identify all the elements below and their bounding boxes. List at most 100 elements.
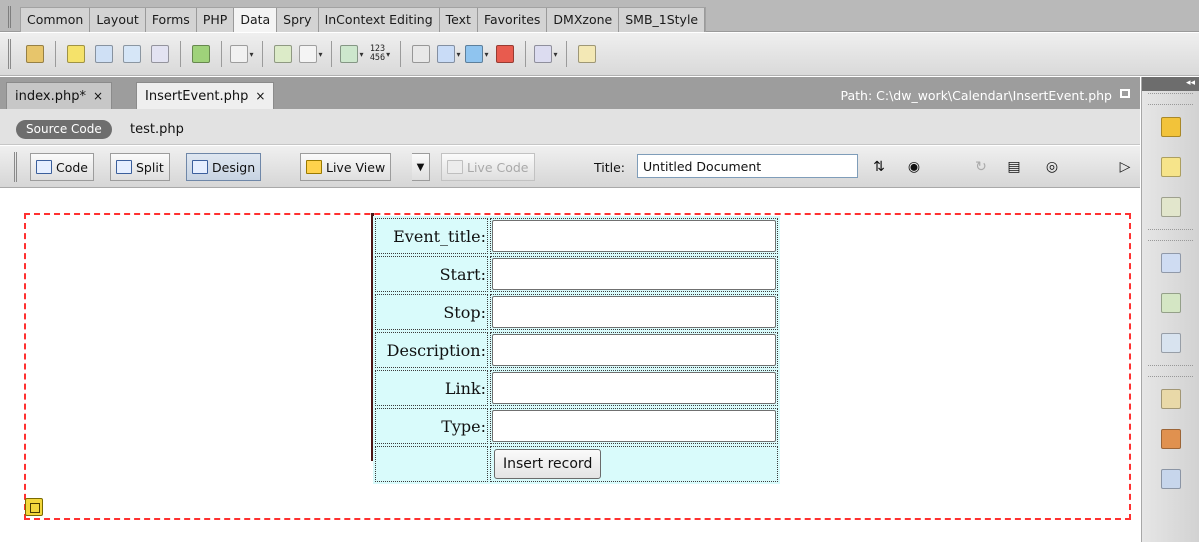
tab-php[interactable]: PHP xyxy=(196,8,235,32)
repeat-region-icon[interactable] xyxy=(147,41,173,67)
toolbar-grip[interactable] xyxy=(14,152,24,182)
form-row: Type: xyxy=(375,408,778,444)
restore-icon[interactable] xyxy=(1120,89,1130,98)
document-toolbar: Code Split Design Live View ▼ Live Code xyxy=(0,146,1140,188)
view-options-icon[interactable]: ▤ xyxy=(1003,157,1025,177)
design-canvas[interactable]: Event_title: Start: Stop: Description: L… xyxy=(0,189,1140,542)
description-input[interactable] xyxy=(492,334,776,366)
server-behaviors-panel-icon[interactable] xyxy=(1142,147,1199,187)
recordset-paging-icon[interactable] xyxy=(270,41,296,67)
bindings-panel-icon[interactable] xyxy=(1142,187,1199,227)
tag-inspector-panel-icon[interactable] xyxy=(1142,323,1199,363)
refresh-icon[interactable]: ↻ xyxy=(970,157,992,177)
document-tab-bar: index.php* × InsertEvent.php × Path: C:\dw… xyxy=(0,77,1140,109)
stop-input[interactable] xyxy=(492,296,776,328)
design-label: Design xyxy=(212,159,256,175)
form-row: Insert record xyxy=(375,446,778,482)
record-navigation-icon[interactable]: ▾ xyxy=(339,41,365,67)
insert-record-button[interactable]: Insert record xyxy=(494,449,602,479)
assets-panel-icon[interactable] xyxy=(1142,419,1199,459)
files-panel-icon[interactable] xyxy=(1142,379,1199,419)
live-view-dropdown[interactable]: ▼ xyxy=(412,153,430,181)
css-styles-panel-icon[interactable] xyxy=(1142,243,1199,283)
close-icon[interactable]: × xyxy=(93,89,103,103)
field-label: Type: xyxy=(375,408,488,444)
form-row: Start: xyxy=(375,256,778,292)
tab-layout[interactable]: Layout xyxy=(90,8,146,32)
doc-tab-index[interactable]: index.php* × xyxy=(6,82,113,109)
import-tabular-data-icon[interactable] xyxy=(22,41,48,67)
validate-markup-icon[interactable]: ▷ xyxy=(1114,157,1136,177)
related-file-link[interactable]: test.php xyxy=(130,120,184,139)
command-icon[interactable] xyxy=(91,41,117,67)
tab-text[interactable]: Text xyxy=(439,8,478,32)
master-detail-page-icon[interactable] xyxy=(408,41,434,67)
user-authentication-icon[interactable]: ▾ xyxy=(533,41,559,67)
insert-record-icon[interactable]: ▾ xyxy=(436,41,462,67)
icon-separator xyxy=(221,41,222,67)
tab-spry[interactable]: Spry xyxy=(277,8,319,32)
invisible-element-marker-icon[interactable] xyxy=(25,498,43,516)
type-input[interactable] xyxy=(492,410,776,442)
recordset-icon[interactable] xyxy=(63,41,89,67)
field-label: Link: xyxy=(375,370,488,406)
tab-common[interactable]: Common xyxy=(21,8,91,32)
code-view-button[interactable]: Code xyxy=(30,153,95,181)
design-view-button[interactable]: Design xyxy=(186,153,262,181)
field-label: Event_title: xyxy=(375,218,488,254)
start-input[interactable] xyxy=(492,258,776,290)
insert-bar-icons: ▾ ▾ ▾ 123 456 ▾ ▾ ▾ ▾ xyxy=(0,33,1199,76)
insert-form-table: Event_title: Start: Stop: Description: L… xyxy=(373,216,780,484)
stored-procedure-icon[interactable] xyxy=(119,41,145,67)
field-cell xyxy=(490,332,778,368)
icon-separator xyxy=(55,41,56,67)
show-region-icon[interactable] xyxy=(188,41,214,67)
snippets-panel-icon[interactable] xyxy=(1142,459,1199,499)
doc-tab-insertevent[interactable]: InsertEvent.php × xyxy=(136,82,275,109)
title-label: Title: xyxy=(594,160,625,175)
live-view-icon xyxy=(306,160,322,174)
doc-tab-label: index.php* xyxy=(15,89,86,104)
xslt-transformation-icon[interactable] xyxy=(574,41,600,67)
display-record-count-icon[interactable]: ▾ xyxy=(298,41,324,67)
event-title-input[interactable] xyxy=(492,220,776,252)
live-view-button[interactable]: Live View xyxy=(300,153,392,181)
tab-smb-1style[interactable]: SMB_1Style xyxy=(619,8,706,32)
insert-bar-tabs: Common Layout Forms PHP Data Spry InCont… xyxy=(0,0,1199,32)
panel-group-grip[interactable] xyxy=(1148,229,1193,241)
insert-bar-grip[interactable] xyxy=(8,6,20,28)
split-icon xyxy=(116,160,132,174)
close-icon[interactable]: × xyxy=(255,89,265,103)
field-label: Stop: xyxy=(375,294,488,330)
number-format-icon[interactable]: 123 456 ▾ xyxy=(367,41,393,67)
form-row: Stop: xyxy=(375,294,778,330)
update-record-icon[interactable]: ▾ xyxy=(464,41,490,67)
collapse-panel-icon[interactable]: ◂◂ xyxy=(1142,77,1199,91)
tab-dmxzone[interactable]: DMXzone xyxy=(547,8,620,32)
icon-separator xyxy=(180,41,181,67)
panel-group-grip[interactable] xyxy=(1148,365,1193,377)
delete-record-icon[interactable] xyxy=(492,41,518,67)
insert-icons-grip[interactable] xyxy=(8,39,20,69)
icon-separator xyxy=(331,41,332,67)
icon-separator xyxy=(566,41,567,67)
tab-forms[interactable]: Forms xyxy=(145,8,197,32)
link-input[interactable] xyxy=(492,372,776,404)
tab-favorites[interactable]: Favorites xyxy=(477,8,548,32)
split-label: Split xyxy=(136,159,164,175)
form-row: Event_title: xyxy=(375,218,778,254)
split-view-button[interactable]: Split xyxy=(110,153,170,181)
ap-elements-panel-icon[interactable] xyxy=(1142,283,1199,323)
panel-group-grip[interactable] xyxy=(1148,93,1193,105)
live-view-label: Live View xyxy=(326,159,386,175)
visual-aids-icon[interactable]: ◎ xyxy=(1041,157,1063,177)
tab-data[interactable]: Data xyxy=(234,8,278,32)
preview-browser-icon[interactable]: ◉ xyxy=(903,157,925,177)
source-code-button[interactable]: Source Code xyxy=(16,120,112,139)
databases-panel-icon[interactable] xyxy=(1142,107,1199,147)
title-input[interactable] xyxy=(637,154,858,178)
file-management-icon[interactable]: ⇅ xyxy=(868,157,890,177)
field-cell xyxy=(490,218,778,254)
tab-incontext-editing[interactable]: InContext Editing xyxy=(318,8,440,32)
dynamic-data-icon[interactable]: ▾ xyxy=(229,41,255,67)
